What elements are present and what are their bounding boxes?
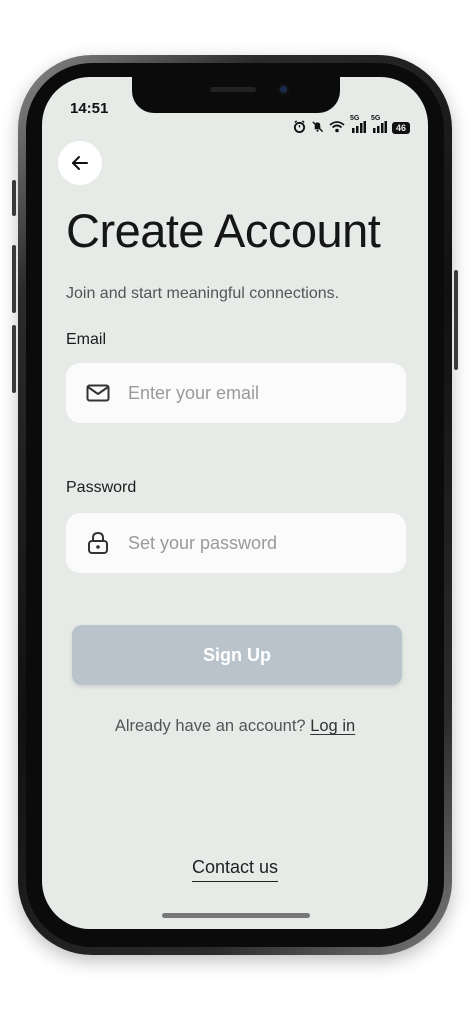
page-title: Create Account [66,204,381,257]
alarm-icon [293,119,306,136]
already-have-account-text: Already have an account? [114,717,311,735]
password-field-container[interactable] [66,513,406,573]
contact-us-link[interactable]: Contact us [191,857,279,882]
network-2-label: 5G [370,115,381,122]
password-label: Password [66,479,137,496]
email-field-container[interactable] [66,363,406,423]
email-label: Email [66,331,107,348]
status-icons: 5G 5G 46 [293,115,410,136]
mail-icon [86,381,110,405]
page-subtitle: Join and start meaningful connections. [66,285,340,302]
phone-screen: 14:51 5G 5G 46 Create Account Join and s… [42,77,428,929]
wifi-icon [329,120,345,136]
back-button[interactable] [58,141,102,185]
front-camera [278,84,289,95]
arrow-left-icon [72,156,88,170]
notch [132,77,340,113]
log-in-link[interactable]: Log in [310,717,355,735]
home-indicator [162,913,310,918]
battery-indicator: 46 [391,121,410,134]
status-time: 14:51 [70,100,109,117]
speaker [210,87,256,92]
email-input[interactable] [126,381,370,405]
lock-icon [86,531,110,555]
mute-icon [311,120,324,136]
signal-5g-2-icon: 5G [371,115,387,136]
network-1-label: 5G [349,115,360,122]
side-button-left-2 [12,245,16,313]
side-button-right [454,270,458,370]
side-button-left-3 [12,325,16,393]
signal-5g-1-icon: 5G [350,115,366,136]
password-input[interactable] [126,531,370,555]
contact-row: Contact us [42,857,428,882]
sign-up-button[interactable]: Sign Up [72,625,402,685]
login-prompt: Already have an account? Log in [42,717,428,736]
side-button-left-1 [12,180,16,216]
